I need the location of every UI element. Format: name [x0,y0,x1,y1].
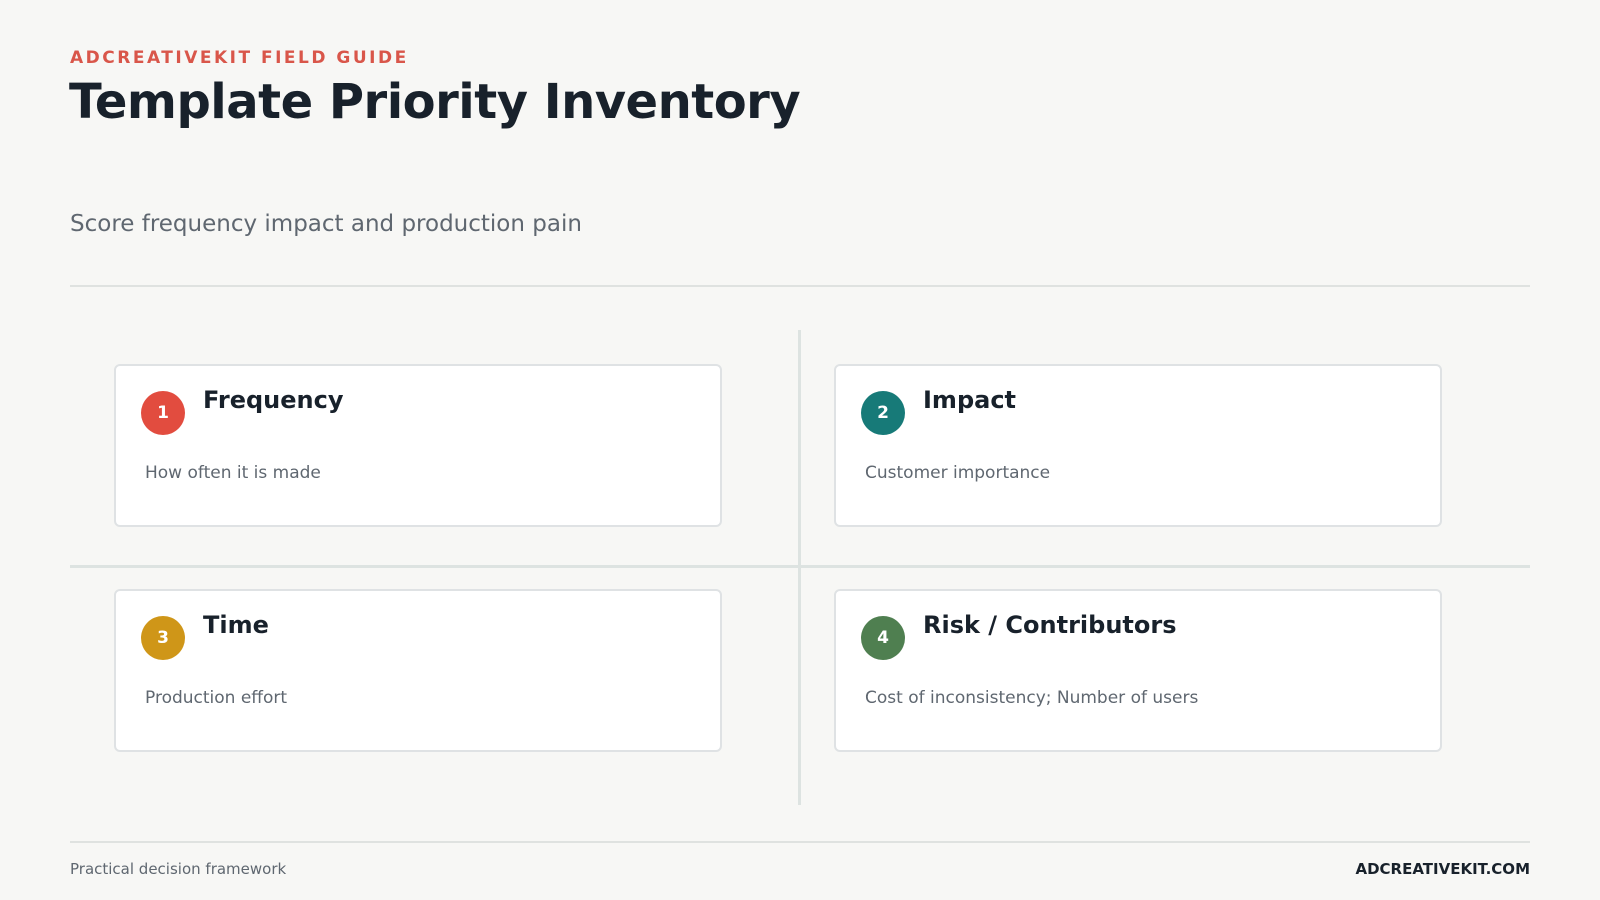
number-badge: 2 [861,391,905,435]
eyebrow-label: ADCREATIVEKIT FIELD GUIDE [70,48,409,68]
card-title: Time [203,611,269,639]
card-impact: 2 Impact Customer importance [834,364,1442,527]
footer-website-link[interactable]: ADCREATIVEKIT.COM [1355,860,1530,878]
grid-vertical-divider [798,330,801,805]
footer-caption: Practical decision framework [70,860,287,878]
number-badge: 1 [141,391,185,435]
card-title: Frequency [203,386,344,414]
card-title: Risk / Contributors [923,611,1177,639]
number-badge: 3 [141,616,185,660]
page-subtitle: Score frequency impact and production pa… [70,211,582,237]
card-risk-contributors: 4 Risk / Contributors Cost of inconsiste… [834,589,1442,752]
card-time: 3 Time Production effort [114,589,722,752]
number-badge: 4 [861,616,905,660]
bottom-divider [70,841,1530,843]
page-title: Template Priority Inventory [69,74,801,130]
card-description: Cost of inconsistency; Number of users [865,688,1199,708]
slide: ADCREATIVEKIT FIELD GUIDE Template Prior… [0,0,1600,900]
card-description: How often it is made [145,463,321,483]
card-description: Production effort [145,688,288,708]
card-frequency: 1 Frequency How often it is made [114,364,722,527]
card-title: Impact [923,386,1017,414]
card-description: Customer importance [865,463,1051,483]
top-divider [70,285,1530,287]
